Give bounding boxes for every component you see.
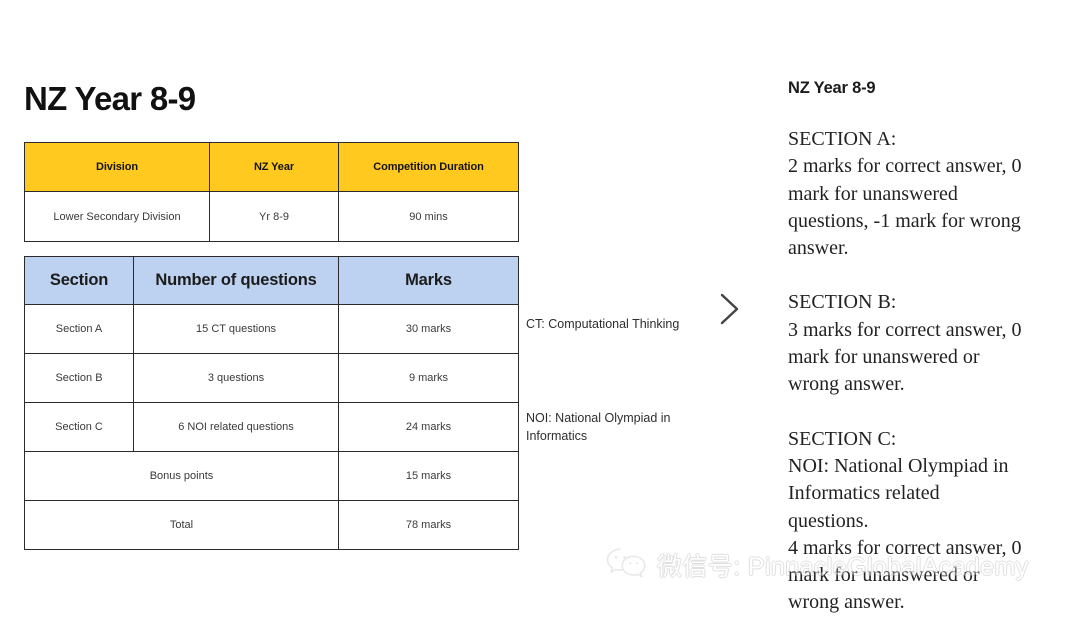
table-row: Section C 6 NOI related questions 24 mar…	[24, 402, 519, 452]
division-cell: Lower Secondary Division	[24, 191, 210, 242]
section-a-line: 2 marks for correct answer, 0	[788, 155, 1022, 178]
total-label: Total	[24, 500, 339, 550]
section-a-line: answer.	[788, 237, 849, 260]
chevron-right-icon	[716, 291, 744, 327]
section-c-line: Informatics related	[788, 482, 940, 505]
right-panel-title: NZ Year 8-9	[788, 79, 876, 97]
section-c-line: questions.	[788, 509, 869, 532]
table-header-row: Division NZ Year Competition Duration	[24, 142, 519, 192]
bonus-points-label: Bonus points	[24, 451, 339, 501]
questions-cell: 15 CT questions	[133, 304, 339, 354]
division-table-header-division: Division	[24, 142, 210, 192]
duration-cell: 90 mins	[338, 191, 519, 242]
table-row-bonus: Bonus points 15 marks	[24, 451, 519, 501]
annotation-noi: NOI: National Olympiad in Informatics	[526, 411, 671, 443]
questions-cell: 3 questions	[133, 353, 339, 403]
left-pane: NZ Year 8-9 Division NZ Year Competition…	[0, 0, 700, 613]
section-cell: Section C	[24, 402, 134, 452]
section-c-line: NOI: National Olympiad in	[788, 454, 1009, 477]
section-cell: Section B	[24, 353, 134, 403]
section-c-block: SECTION C: NOI: National Olympiad in Inf…	[788, 426, 1050, 617]
marks-table-header-marks: Marks	[338, 256, 519, 305]
total-marks: 78 marks	[338, 500, 519, 550]
section-b-line: 3 marks for correct answer, 0	[788, 318, 1022, 341]
table-row-total: Total 78 marks	[24, 500, 519, 550]
section-a-line: mark for unanswered	[788, 182, 958, 205]
marks-table-header-questions: Number of questions	[133, 256, 339, 305]
table-row: Section A 15 CT questions 30 marks	[24, 304, 519, 354]
section-b-line: wrong answer.	[788, 373, 905, 396]
section-c-heading: SECTION C:	[788, 427, 897, 450]
bonus-points-marks: 15 marks	[338, 451, 519, 501]
table-header-row: Section Number of questions Marks	[24, 256, 519, 305]
questions-cell: 6 NOI related questions	[133, 402, 339, 452]
section-b-block: SECTION B: 3 marks for correct answer, 0…	[788, 289, 1050, 398]
section-b-line: mark for unanswered or	[788, 346, 980, 369]
nz-year-cell: Yr 8-9	[209, 191, 339, 242]
table-row: Section B 3 questions 9 marks	[24, 353, 519, 403]
marks-cell: 24 marks	[338, 402, 519, 452]
section-c-line: mark for unanswered or	[788, 564, 980, 587]
table-row: Lower Secondary Division Yr 8-9 90 mins	[24, 191, 519, 242]
section-cell: Section A	[24, 304, 134, 354]
section-c-line: 4 marks for correct answer, 0	[788, 536, 1022, 559]
right-pane: NZ Year 8-9 SECTION A: 2 marks for corre…	[788, 0, 1058, 613]
page-title: NZ Year 8-9	[24, 80, 196, 117]
right-panel-body: SECTION A: 2 marks for correct answer, 0…	[788, 126, 1050, 617]
section-a-heading: SECTION A:	[788, 128, 897, 150]
division-table-header-duration: Competition Duration	[338, 142, 519, 192]
marks-cell: 30 marks	[338, 304, 519, 354]
marks-cell: 9 marks	[338, 353, 519, 403]
annotation-ct: CT: Computational Thinking	[526, 317, 680, 331]
section-a-block: SECTION A: 2 marks for correct answer, 0…	[788, 126, 1050, 262]
division-table: Division NZ Year Competition Duration Lo…	[24, 142, 519, 242]
section-b-heading: SECTION B:	[788, 291, 897, 314]
marks-table: Section Number of questions Marks Sectio…	[24, 256, 519, 550]
marks-table-header-section: Section	[24, 256, 134, 305]
division-table-header-nz-year: NZ Year	[209, 142, 339, 192]
section-a-line: questions, -1 mark for wrong	[788, 209, 1021, 232]
